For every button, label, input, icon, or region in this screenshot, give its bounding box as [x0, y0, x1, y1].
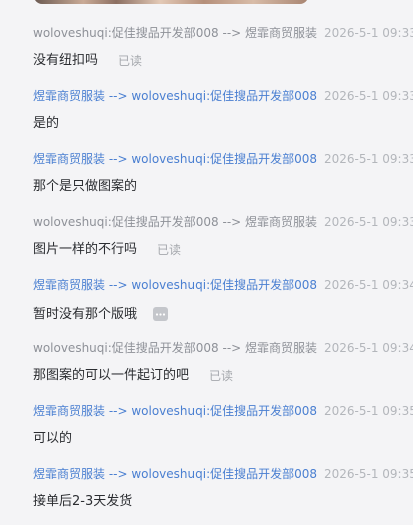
message-timestamp: 2026-5-1 09:35:	[324, 404, 413, 418]
message-meta: 煜霏商贸服装 --> woloveshuqi:促佳搜品开发部008 2026-5…	[33, 88, 413, 104]
more-dots-icon[interactable]	[153, 307, 169, 321]
chat-message: 煜霏商贸服装 --> woloveshuqi:促佳搜品开发部008 2026-5…	[0, 144, 413, 207]
message-text: 接单后2-3天发货	[33, 494, 133, 509]
chat-message: 煜霏商贸服装 --> woloveshuqi:促佳搜品开发部008 2026-5…	[0, 459, 413, 522]
message-meta: 煜霏商贸服装 --> woloveshuqi:促佳搜品开发部008 2026-5…	[33, 466, 413, 482]
message-sender-route: 煜霏商贸服装 --> woloveshuqi:促佳搜品开发部008	[33, 152, 318, 166]
message-timestamp: 2026-5-1 09:34:	[324, 278, 413, 292]
message-meta: 煜霏商贸服装 --> woloveshuqi:促佳搜品开发部008 2026-5…	[33, 151, 413, 167]
read-status: 已读	[157, 243, 182, 257]
chat-message: 煜霏商贸服装 --> woloveshuqi:促佳搜品开发部008 2026-5…	[0, 270, 413, 333]
message-sender-route: 煜霏商贸服装 --> woloveshuqi:促佳搜品开发部008	[33, 404, 318, 418]
message-sender-route: woloveshuqi:促佳搜品开发部008 --> 煜霏商贸服装	[33, 341, 318, 355]
chat-message: woloveshuqi:促佳搜品开发部008 --> 煜霏商贸服装 2026-5…	[0, 207, 413, 270]
message-body: 暂时没有那个版哦	[33, 304, 169, 322]
message-text: 可以的	[33, 431, 73, 446]
message-sender-route: woloveshuqi:促佳搜品开发部008 --> 煜霏商贸服装	[33, 215, 318, 229]
chat-message: 煜霏商贸服装 --> woloveshuqi:促佳搜品开发部008 2026-5…	[0, 81, 413, 144]
image-thumbnail[interactable]	[34, 0, 308, 4]
message-meta: 煜霏商贸服装 --> woloveshuqi:促佳搜品开发部008 2026-5…	[33, 403, 413, 419]
message-body: 那图案的可以一件起订的吧 已读	[33, 367, 233, 385]
message-text: 图片一样的不行吗	[33, 242, 138, 257]
message-meta: woloveshuqi:促佳搜品开发部008 --> 煜霏商贸服装 2026-5…	[33, 25, 413, 41]
message-sender-route: 煜霏商贸服装 --> woloveshuqi:促佳搜品开发部008	[33, 278, 318, 292]
message-timestamp: 2026-5-1 09:34:	[324, 341, 413, 355]
message-timestamp: 2026-5-1 09:33:	[324, 215, 413, 229]
message-meta: 煜霏商贸服装 --> woloveshuqi:促佳搜品开发部008 2026-5…	[33, 277, 413, 293]
message-text: 暂时没有那个版哦	[33, 307, 138, 322]
message-body: 接单后2-3天发货	[33, 493, 132, 511]
message-meta: woloveshuqi:促佳搜品开发部008 --> 煜霏商贸服装 2026-5…	[33, 214, 413, 230]
message-text: 没有纽扣吗	[33, 53, 99, 68]
message-body: 是的	[33, 115, 59, 133]
message-text: 是的	[33, 116, 60, 131]
message-sender-route: 煜霏商贸服装 --> woloveshuqi:促佳搜品开发部008	[33, 467, 318, 481]
message-timestamp: 2026-5-1 09:33:	[324, 152, 413, 166]
message-text: 那图案的可以一件起订的吧	[33, 368, 190, 383]
message-body: 那个是只做图案的	[33, 178, 137, 196]
message-body: 图片一样的不行吗 已读	[33, 241, 181, 259]
message-timestamp: 2026-5-1 09:33:	[324, 89, 413, 103]
chat-message: 煜霏商贸服装 --> woloveshuqi:促佳搜品开发部008 2026-5…	[0, 396, 413, 459]
message-timestamp: 2026-5-1 09:33:	[324, 26, 413, 40]
message-text: 那个是只做图案的	[33, 179, 138, 194]
previous-image-message-edge[interactable]	[0, 0, 413, 6]
read-status: 已读	[118, 54, 143, 68]
message-sender-route: woloveshuqi:促佳搜品开发部008 --> 煜霏商贸服装	[33, 26, 318, 40]
message-timestamp: 2026-5-1 09:35:	[324, 467, 413, 481]
message-meta: woloveshuqi:促佳搜品开发部008 --> 煜霏商贸服装 2026-5…	[33, 340, 413, 356]
message-sender-route: 煜霏商贸服装 --> woloveshuqi:促佳搜品开发部008	[33, 89, 318, 103]
read-status: 已读	[209, 369, 234, 383]
message-body: 可以的	[33, 430, 72, 448]
message-body: 没有纽扣吗 已读	[33, 52, 142, 70]
chat-message: woloveshuqi:促佳搜品开发部008 --> 煜霏商贸服装 2026-5…	[0, 333, 413, 396]
chat-message: woloveshuqi:促佳搜品开发部008 --> 煜霏商贸服装 2026-5…	[0, 18, 413, 81]
